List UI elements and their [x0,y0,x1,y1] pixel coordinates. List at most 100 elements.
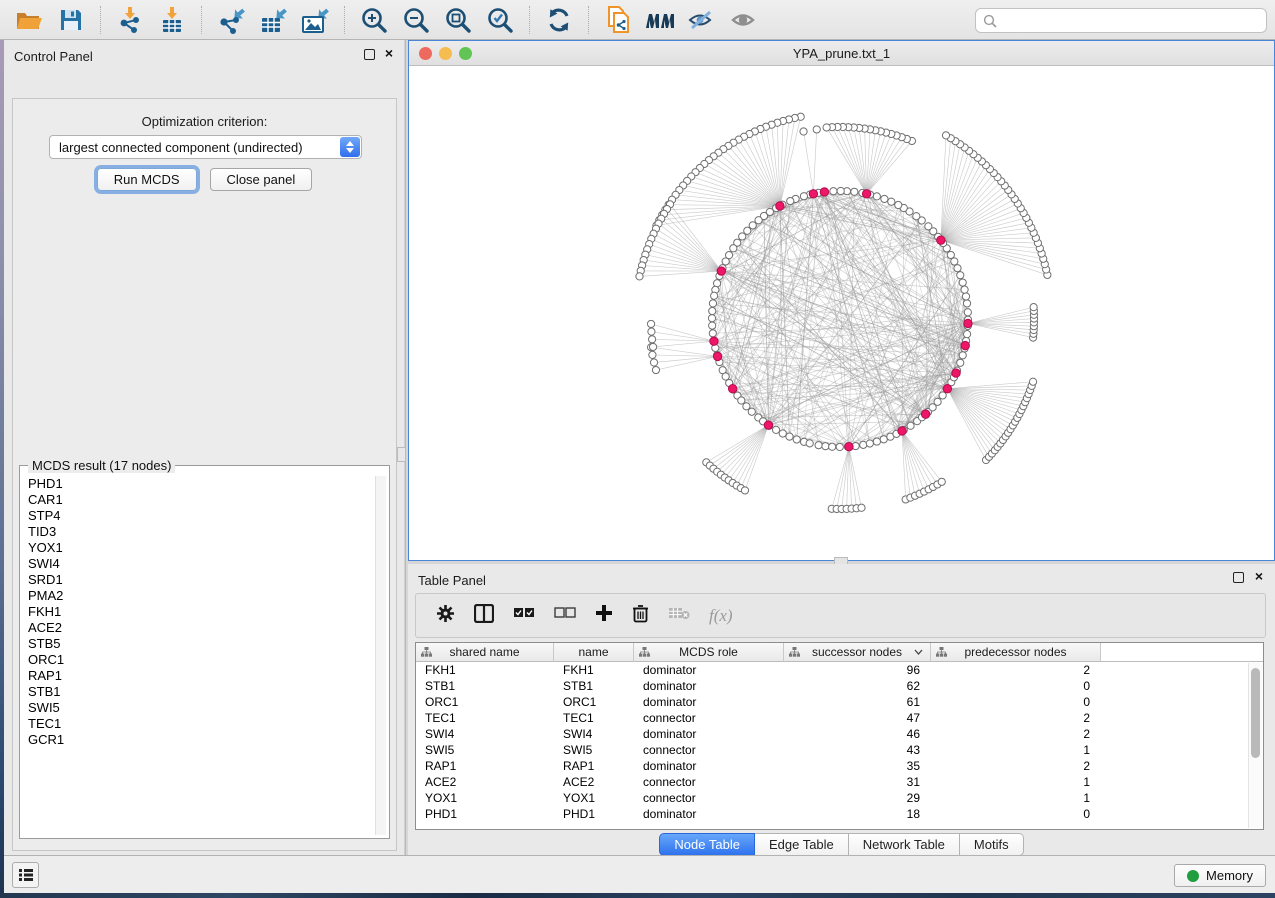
export-table-button[interactable] [257,5,289,35]
save-button[interactable] [55,5,87,35]
optimization-criterion-select[interactable]: largest connected component (undirected) [49,135,362,159]
column-header-MCDS-role[interactable]: MCDS role [634,643,784,662]
close-panel-icon[interactable]: × [385,45,393,61]
mcds-result-item[interactable]: ORC1 [22,652,374,668]
table-row[interactable]: SWI5SWI5connector431 [416,742,1263,758]
table-row[interactable]: SWI4SWI4dominator462 [416,726,1263,742]
float-window-icon[interactable] [364,49,375,60]
split-panel-icon [474,604,494,623]
table-cell: 35 [784,758,931,774]
tab-node-table[interactable]: Node Table [659,833,755,856]
mcds-result-item[interactable]: PHD1 [22,476,374,492]
network-view-titlebar[interactable]: YPA_prune.txt_1 [409,41,1274,66]
search-input[interactable] [1002,13,1266,28]
application-window: Control Panel × NetworkStyleSelectMCDS O… [0,0,1275,898]
table-row[interactable]: TEC1TEC1connector472 [416,710,1263,726]
zoom-fit-icon [444,6,472,34]
table-scrollbar[interactable] [1248,663,1262,828]
mcds-tab-content: Optimization criterion: largest connecte… [12,98,397,851]
tree-icon [639,647,650,657]
import-table-button[interactable] [156,5,188,35]
column-header-shared-name[interactable]: shared name [416,643,554,662]
mcds-result-item[interactable]: STP4 [22,508,374,524]
splitter-handle[interactable] [397,447,406,462]
table-scrollbar-thumb[interactable] [1251,668,1260,758]
refresh-layout-button[interactable] [543,5,575,35]
mcds-result-item[interactable]: FKH1 [22,604,374,620]
table-row[interactable]: PHD1PHD1dominator180 [416,806,1263,822]
mcds-result-item[interactable]: TID3 [22,524,374,540]
zoom-in-button[interactable] [358,5,390,35]
float-window-icon[interactable] [1233,572,1244,583]
close-panel-icon[interactable]: × [1255,568,1263,584]
table-row[interactable]: ORC1ORC1dominator610 [416,694,1263,710]
zoom-fit-button[interactable] [442,5,474,35]
delete-table-icon [668,606,690,620]
network-search-field[interactable] [975,8,1267,33]
network-canvas[interactable] [409,66,1274,560]
mcds-result-item[interactable]: CAR1 [22,492,374,508]
table-row[interactable]: FKH1FKH1dominator962 [416,662,1263,678]
first-neighbors-button[interactable] [644,5,676,35]
toolbar-separator [344,6,345,34]
clone-network-icon [605,6,631,34]
tab-network-table[interactable]: Network Table [849,833,960,856]
memory-button[interactable]: Memory [1174,864,1266,887]
tab-edge-table[interactable]: Edge Table [755,833,849,856]
mcds-list-scrollbar[interactable] [375,476,386,835]
table-row[interactable]: YOX1YOX1connector291 [416,790,1263,806]
table-row[interactable]: STB1STB1dominator620 [416,678,1263,694]
tree-icon [421,647,432,657]
close-panel-button[interactable]: Close panel [210,168,313,191]
table-cell: 2 [931,710,1101,726]
deselect-all-button[interactable] [554,606,576,625]
add-column-button[interactable] [595,604,613,627]
delete-table-button[interactable] [668,606,690,625]
tab-motifs[interactable]: Motifs [960,833,1024,856]
mcds-result-item[interactable]: PMA2 [22,588,374,604]
clone-network-button[interactable] [602,5,634,35]
run-mcds-button[interactable]: Run MCDS [97,168,197,191]
mcds-result-item[interactable]: ACE2 [22,620,374,636]
column-header-predecessor-nodes[interactable]: predecessor nodes [931,643,1101,662]
table-cell: ACE2 [416,774,554,790]
mcds-result-item[interactable]: SWI5 [22,700,374,716]
hide-selected-button[interactable] [686,5,718,35]
mcds-result-item[interactable]: STB5 [22,636,374,652]
table-row[interactable]: RAP1RAP1dominator352 [416,758,1263,774]
show-all-button[interactable] [728,5,760,35]
column-header-name[interactable]: name [554,643,634,662]
table-cell: ACE2 [554,774,634,790]
toolbar-separator [529,6,530,34]
mcds-result-item[interactable]: SWI4 [22,556,374,572]
select-all-icon [513,606,535,620]
mcds-result-item[interactable]: STB1 [22,684,374,700]
table-row[interactable]: ACE2ACE2connector311 [416,774,1263,790]
select-stepper-icon [340,137,360,157]
show-task-history-button[interactable] [12,862,39,888]
import-network-button[interactable] [114,5,146,35]
table-cell: connector [634,790,784,806]
mcds-result-item[interactable]: YOX1 [22,540,374,556]
show-all-icon [729,8,759,32]
column-header-successor-nodes[interactable]: successor nodes [784,643,931,662]
zoom-out-button[interactable] [400,5,432,35]
open-folder-button[interactable] [13,5,45,35]
split-panel-button[interactable] [474,604,494,628]
mcds-result-item[interactable]: GCR1 [22,732,374,748]
select-all-button[interactable] [513,606,535,625]
function-builder-button[interactable]: f(x) [709,606,733,626]
table-panel-tabs: Node TableEdge TableNetwork TableMotifs [408,833,1275,856]
table-cell: SWI4 [554,726,634,742]
delete-button[interactable] [632,604,649,628]
mcds-result-item[interactable]: RAP1 [22,668,374,684]
mcds-result-item[interactable]: TEC1 [22,716,374,732]
gear-button[interactable] [436,604,455,628]
control-panel: Control Panel × NetworkStyleSelectMCDS O… [4,40,405,855]
table-cell: RAP1 [554,758,634,774]
mcds-result-item[interactable]: SRD1 [22,572,374,588]
table-cell: dominator [634,678,784,694]
zoom-selected-button[interactable] [484,5,516,35]
export-image-button[interactable] [299,5,331,35]
export-network-button[interactable] [215,5,247,35]
